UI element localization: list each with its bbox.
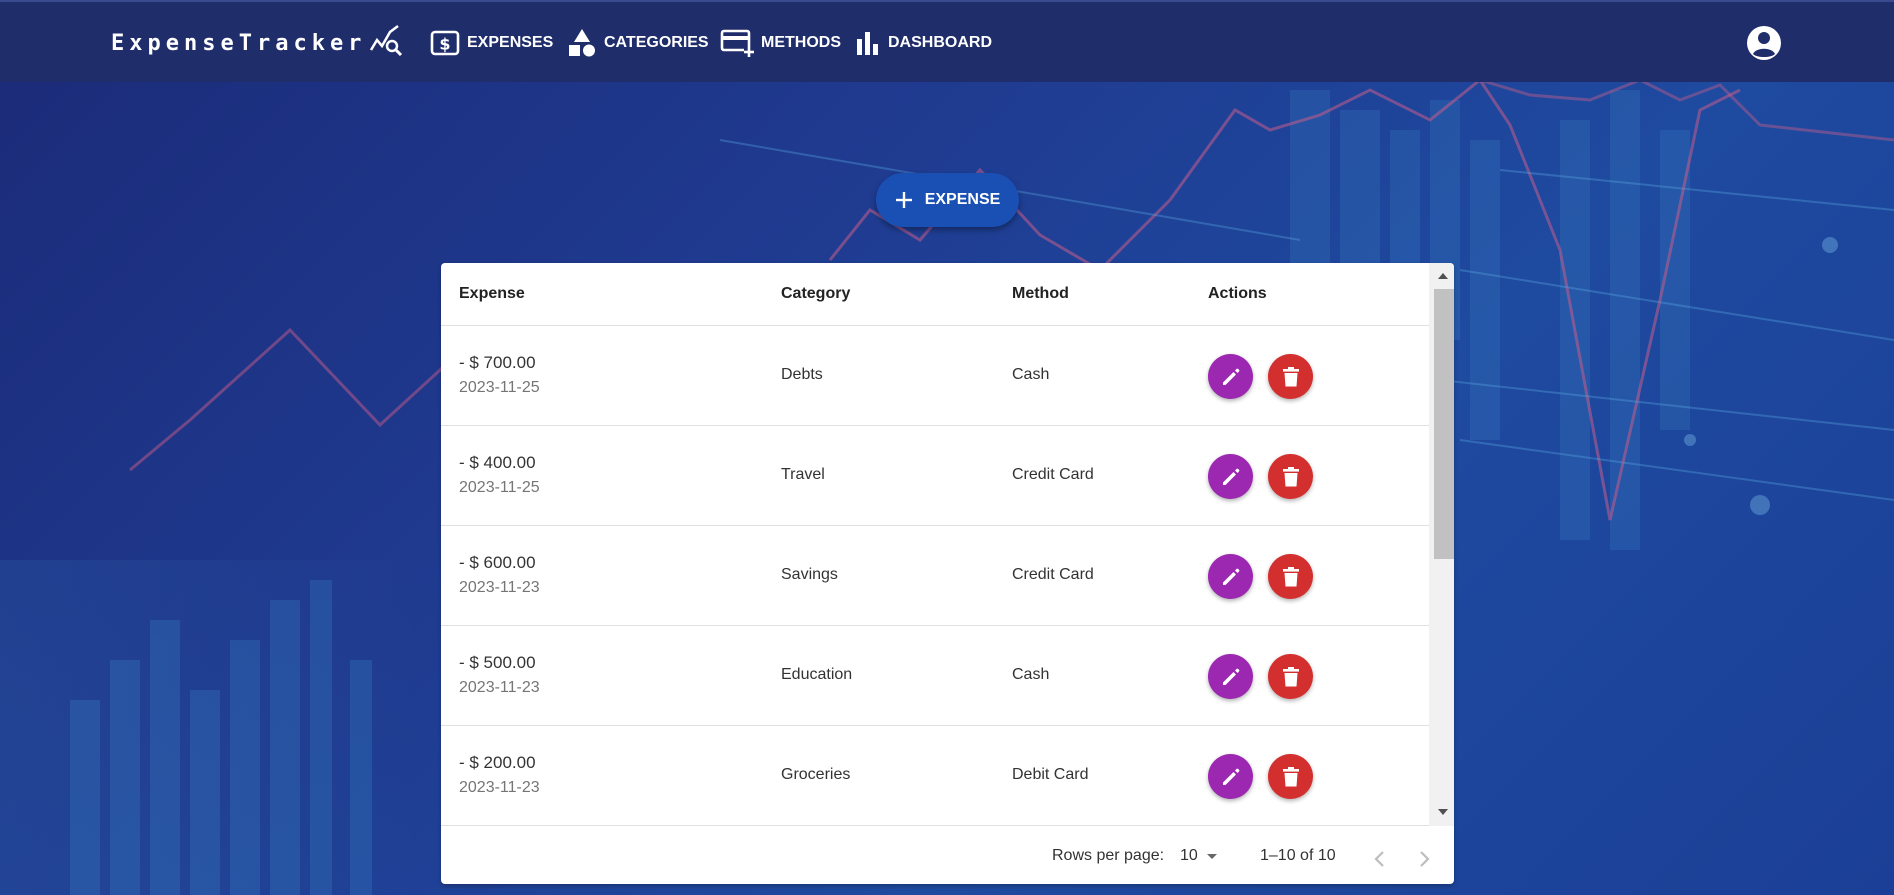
delete-button[interactable] — [1268, 654, 1313, 699]
delete-button[interactable] — [1268, 754, 1313, 799]
nav-expenses-label: EXPENSES — [467, 34, 554, 51]
header-actions: Actions — [1208, 285, 1267, 302]
rows-per-page-label: Rows per page: — [1052, 847, 1165, 864]
expense-category: Travel — [781, 466, 825, 483]
delete-button[interactable] — [1268, 554, 1313, 599]
expense-date: 2023-11-23 — [459, 779, 540, 796]
table-row: - $ 200.00 2023-11-23 Groceries Debit Ca… — [441, 726, 1429, 826]
header-expense[interactable]: Expense — [459, 285, 525, 303]
table-row: - $ 600.00 2023-11-23 Savings Credit Car… — [441, 526, 1429, 626]
trash-icon — [1282, 566, 1299, 586]
rows-per-page-select[interactable]: 10 — [1180, 847, 1224, 871]
table-row: - $ 700.00 2023-11-25 Debts Cash — [441, 326, 1429, 426]
add-expense-label: EXPENSE — [924, 191, 1001, 208]
trash-icon — [1282, 466, 1299, 486]
expenses-table-card: Expense Category Method Actions - $ 700.… — [441, 263, 1454, 884]
pencil-icon — [1222, 568, 1239, 585]
app-window: ExpenseTracker $ EXPENSES CATEGORIES MET… — [0, 0, 1894, 895]
expense-category: Savings — [781, 566, 838, 583]
nav-methods-label: METHODS — [761, 34, 841, 51]
expense-method: Credit Card — [1012, 566, 1094, 583]
expense-method: Cash — [1012, 666, 1050, 683]
table-row: - $ 400.00 2023-11-25 Travel Credit Card — [441, 426, 1429, 526]
expense-date: 2023-11-23 — [459, 679, 540, 696]
top-app-bar: ExpenseTracker $ EXPENSES CATEGORIES MET… — [0, 0, 1894, 82]
credit-card-plus-icon — [720, 28, 754, 58]
pencil-icon — [1222, 368, 1239, 385]
add-expense-button[interactable]: EXPENSE — [876, 173, 1019, 227]
expense-category: Education — [781, 666, 853, 683]
header-category[interactable]: Category — [781, 285, 850, 303]
delete-button[interactable] — [1268, 454, 1313, 499]
nav-dashboard[interactable]: DASHBOARD — [855, 28, 992, 58]
edit-button[interactable] — [1208, 654, 1253, 699]
caret-down-icon — [1206, 853, 1218, 860]
shapes-icon — [567, 28, 597, 58]
pencil-icon — [1222, 768, 1239, 785]
scroll-down-arrow-icon[interactable] — [1437, 808, 1449, 816]
nav-categories-label: CATEGORIES — [604, 34, 709, 51]
pencil-icon — [1222, 668, 1239, 685]
account-circle-icon[interactable] — [1745, 24, 1783, 62]
expense-method: Debit Card — [1012, 766, 1089, 783]
table-header-row: Expense Category Method Actions — [441, 263, 1429, 326]
expense-date: 2023-11-23 — [459, 579, 540, 596]
rows-per-page-value: 10 — [1180, 847, 1198, 864]
scrollbar-thumb[interactable] — [1434, 289, 1454, 559]
expense-category: Debts — [781, 366, 823, 383]
pencil-icon — [1222, 468, 1239, 485]
plus-icon — [895, 191, 913, 209]
nav-dashboard-label: DASHBOARD — [888, 34, 992, 51]
chart-search-icon — [368, 24, 404, 62]
expense-amount: - $ 200.00 — [459, 753, 536, 772]
brand-name: ExpenseTracker — [111, 30, 367, 56]
chevron-right-icon[interactable] — [1417, 850, 1431, 868]
trash-icon — [1282, 766, 1299, 786]
trash-icon — [1282, 666, 1299, 686]
edit-button[interactable] — [1208, 354, 1253, 399]
scroll-up-arrow-icon[interactable] — [1437, 272, 1449, 280]
nav-expenses[interactable]: $ EXPENSES — [430, 28, 553, 58]
expense-date: 2023-11-25 — [459, 379, 540, 396]
nav-categories[interactable]: CATEGORIES — [567, 28, 709, 58]
expense-amount: - $ 500.00 — [459, 653, 536, 672]
bar-chart-icon — [855, 30, 881, 56]
page-range: 1–10 of 10 — [1260, 847, 1336, 864]
chevron-left-icon[interactable] — [1373, 850, 1387, 868]
edit-button[interactable] — [1208, 754, 1253, 799]
expense-method: Credit Card — [1012, 466, 1094, 483]
trash-icon — [1282, 366, 1299, 386]
expense-amount: - $ 700.00 — [459, 353, 536, 372]
edit-button[interactable] — [1208, 454, 1253, 499]
header-method[interactable]: Method — [1012, 285, 1069, 303]
brand[interactable]: ExpenseTracker — [111, 25, 404, 58]
expense-category: Groceries — [781, 766, 851, 783]
edit-button[interactable] — [1208, 554, 1253, 599]
svg-text:$: $ — [439, 35, 450, 54]
delete-button[interactable] — [1268, 354, 1313, 399]
expense-amount: - $ 400.00 — [459, 453, 536, 472]
expenses-table[interactable]: Expense Category Method Actions - $ 700.… — [441, 263, 1429, 826]
expense-method: Cash — [1012, 366, 1050, 383]
table-scrollbar[interactable] — [1429, 263, 1454, 826]
nav-methods[interactable]: METHODS — [720, 28, 841, 58]
dollar-box-icon: $ — [430, 30, 460, 56]
expense-date: 2023-11-25 — [459, 479, 540, 496]
table-row: - $ 500.00 2023-11-23 Education Cash — [441, 626, 1429, 726]
expense-amount: - $ 600.00 — [459, 553, 536, 572]
table-pagination: Rows per page: 10 1–10 of 10 — [441, 826, 1454, 884]
